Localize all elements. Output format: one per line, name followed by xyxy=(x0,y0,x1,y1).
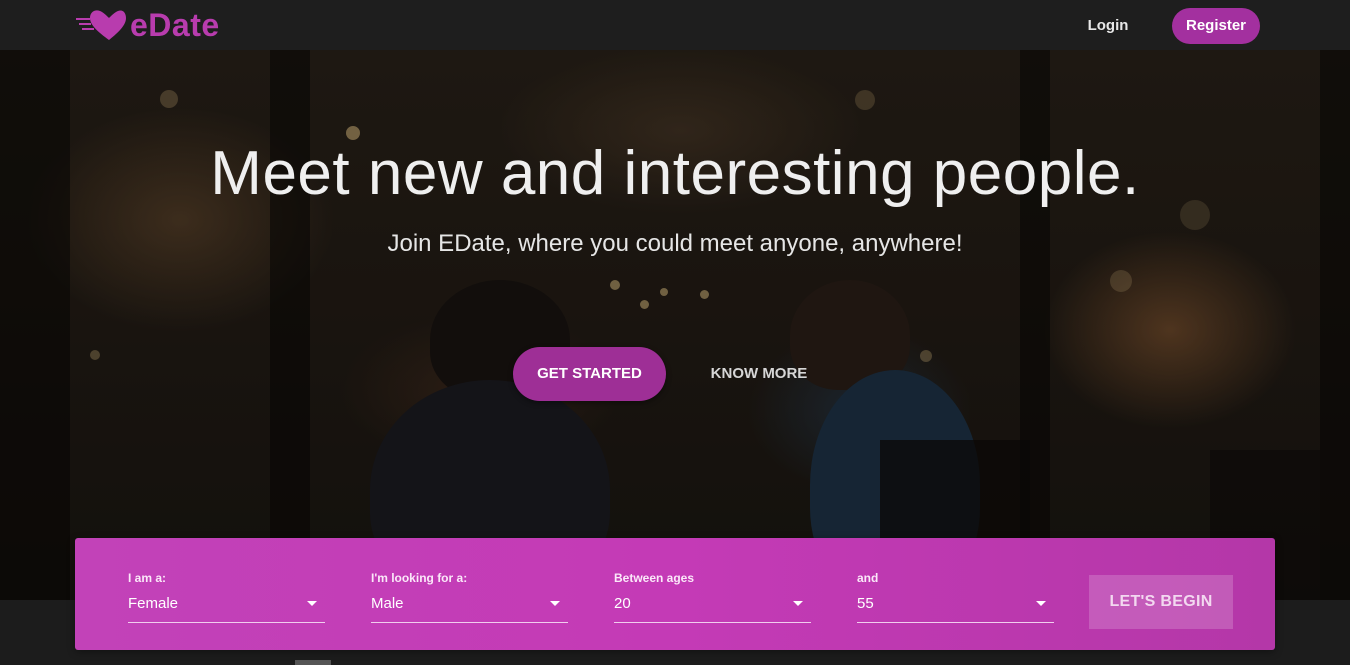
gender-value: Female xyxy=(128,595,179,612)
lets-begin-button[interactable]: LET'S BEGIN xyxy=(1089,575,1233,629)
know-more-button[interactable]: KNOW MORE xyxy=(700,361,818,387)
top-navbar: eDate Login Register xyxy=(0,0,1350,50)
hero-subtitle: Join EDate, where you could meet anyone,… xyxy=(387,230,963,257)
match-search-form: I am a: Female I'm looking for a: Male B… xyxy=(75,538,1275,650)
brand-home-link[interactable]: eDate xyxy=(76,6,220,44)
hero-title: Meet new and interesting people. xyxy=(210,139,1140,208)
min-age-field: Between ages 20 xyxy=(614,570,811,623)
max-age-field: and 55 xyxy=(857,570,1054,623)
register-button[interactable]: Register xyxy=(1172,8,1260,44)
seeking-select[interactable]: Male xyxy=(371,592,568,623)
chevron-down-icon xyxy=(550,601,560,606)
heart-icon xyxy=(76,10,126,40)
gender-label: I am a: xyxy=(128,571,167,585)
gender-field: I am a: Female xyxy=(128,570,325,623)
min-age-label: Between ages xyxy=(614,571,695,585)
chevron-down-icon xyxy=(1036,601,1046,606)
scroll-indicator xyxy=(295,660,331,665)
login-link[interactable]: Login xyxy=(1080,14,1136,38)
chevron-down-icon xyxy=(793,601,803,606)
seeking-field: I'm looking for a: Male xyxy=(371,570,568,623)
get-started-button[interactable]: GET STARTED xyxy=(513,347,666,401)
chevron-down-icon xyxy=(307,601,317,606)
gender-select[interactable]: Female xyxy=(128,592,325,623)
min-age-select[interactable]: 20 xyxy=(614,592,811,623)
seeking-value: Male xyxy=(371,595,404,612)
min-age-value: 20 xyxy=(614,595,631,612)
max-age-select[interactable]: 55 xyxy=(857,592,1054,623)
brand-name: eDate xyxy=(130,6,220,43)
hero-section: Meet new and interesting people. Join ED… xyxy=(0,50,1350,600)
max-age-label: and xyxy=(857,571,879,585)
seeking-label: I'm looking for a: xyxy=(371,571,468,585)
max-age-value: 55 xyxy=(857,595,874,612)
